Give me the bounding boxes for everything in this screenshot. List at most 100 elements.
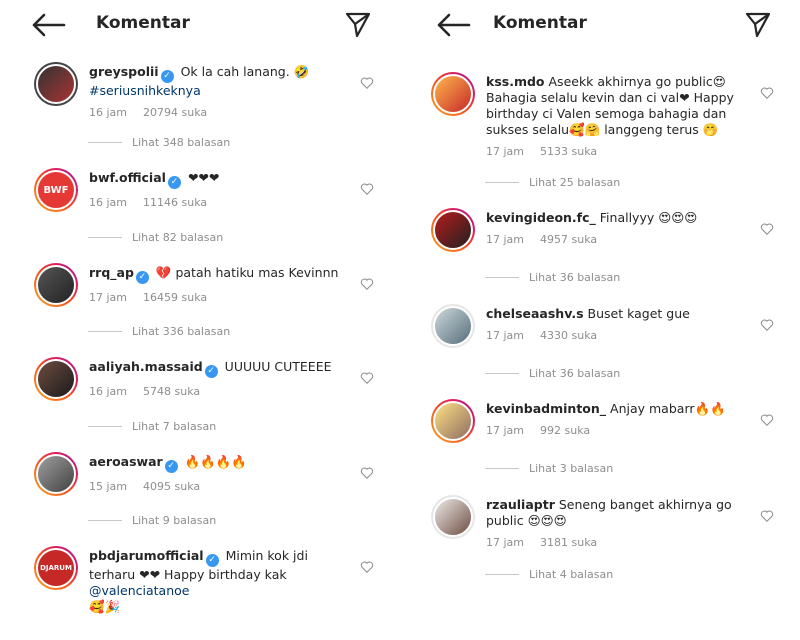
page-title: Komentar xyxy=(493,13,587,33)
view-replies[interactable]: Lihat 36 balasan xyxy=(485,271,620,284)
view-replies-label: Lihat 82 balasan xyxy=(132,231,224,244)
divider xyxy=(485,182,519,183)
avatar[interactable] xyxy=(431,495,475,539)
heart-icon[interactable] xyxy=(760,222,774,236)
comment-time: 17 jam xyxy=(89,291,128,304)
comment-username[interactable]: rrq_ap xyxy=(89,265,134,280)
comment-username[interactable]: greyspolii xyxy=(89,64,159,79)
back-arrow-icon[interactable] xyxy=(433,10,473,40)
avatar[interactable] xyxy=(431,72,475,116)
comments-screen-right: Komentar kss.mdo Aseekk akhirnya go publ… xyxy=(405,0,800,640)
avatar[interactable] xyxy=(34,263,78,307)
verified-badge-icon: ✓ xyxy=(164,460,178,473)
top-bar: Komentar xyxy=(0,0,400,48)
comment-text-emoji: 🥰🎉 xyxy=(89,599,121,614)
heart-icon[interactable] xyxy=(360,277,374,291)
avatar[interactable] xyxy=(34,452,78,496)
comment-time: 16 jam xyxy=(89,385,128,398)
like-count[interactable]: 5133 suka xyxy=(540,145,597,158)
comment-time: 17 jam xyxy=(486,233,525,246)
mention-link[interactable]: @valenciatanoe xyxy=(89,583,189,598)
paper-plane-icon[interactable] xyxy=(344,10,372,38)
heart-icon[interactable] xyxy=(360,560,374,574)
divider xyxy=(485,574,519,575)
like-count[interactable]: 4330 suka xyxy=(540,329,597,342)
avatar[interactable]: BWF xyxy=(34,168,78,212)
view-replies[interactable]: Lihat 7 balasan xyxy=(88,420,216,433)
avatar[interactable]: DJARUM xyxy=(34,546,78,590)
comment-text: UUUUU CUTEEEE xyxy=(224,359,332,374)
divider xyxy=(88,426,122,427)
paper-plane-icon[interactable] xyxy=(744,10,772,38)
avatar-logo: BWF xyxy=(36,170,76,210)
like-count[interactable]: 4095 suka xyxy=(143,480,200,493)
comment-time: 16 jam xyxy=(89,196,128,209)
avatar[interactable] xyxy=(34,62,78,106)
divider xyxy=(88,520,122,521)
heart-icon[interactable] xyxy=(360,182,374,196)
avatar[interactable] xyxy=(34,357,78,401)
view-replies-label: Lihat 36 balasan xyxy=(529,271,621,284)
divider xyxy=(88,331,122,332)
comment-text: Finallyyy 😍😍😍 xyxy=(599,210,698,225)
view-replies[interactable]: Lihat 4 balasan xyxy=(485,568,613,581)
view-replies[interactable]: Lihat 25 balasan xyxy=(485,176,620,189)
comment-text: ❤❤❤ xyxy=(187,170,220,185)
comment-time: 17 jam xyxy=(486,536,525,549)
comment-username[interactable]: kss.mdo xyxy=(486,74,545,89)
view-replies[interactable]: Lihat 348 balasan xyxy=(88,136,230,149)
heart-icon[interactable] xyxy=(360,466,374,480)
comment-username[interactable]: aeroaswar xyxy=(89,454,163,469)
heart-icon[interactable] xyxy=(760,413,774,427)
top-bar: Komentar xyxy=(405,0,800,48)
view-replies[interactable]: Lihat 336 balasan xyxy=(88,325,230,338)
avatar[interactable] xyxy=(431,304,475,348)
comment-username[interactable]: aaliyah.massaid xyxy=(89,359,203,374)
divider xyxy=(485,468,519,469)
comment-username[interactable]: chelseaashv.s xyxy=(486,306,584,321)
back-arrow-icon[interactable] xyxy=(28,10,68,40)
avatar-logo: DJARUM xyxy=(36,548,76,588)
comment-username[interactable]: bwf.official xyxy=(89,170,166,185)
heart-icon[interactable] xyxy=(360,76,374,90)
hashtag-link[interactable]: #seriusnihkeknya xyxy=(89,83,351,99)
like-count[interactable]: 20794 suka xyxy=(143,106,207,119)
like-count[interactable]: 992 suka xyxy=(540,424,590,437)
view-replies[interactable]: Lihat 82 balasan xyxy=(88,231,223,244)
avatar[interactable] xyxy=(431,399,475,443)
comment-username[interactable]: kevinbadminton_ xyxy=(486,401,606,416)
like-count[interactable]: 3181 suka xyxy=(540,536,597,549)
avatar[interactable] xyxy=(431,208,475,252)
page-title: Komentar xyxy=(96,13,190,33)
view-replies-label: Lihat 7 balasan xyxy=(132,420,217,433)
view-replies-label: Lihat 3 balasan xyxy=(529,462,614,475)
comment-time: 15 jam xyxy=(89,480,128,493)
like-count[interactable]: 11146 suka xyxy=(143,196,207,209)
heart-icon[interactable] xyxy=(760,509,774,523)
view-replies[interactable]: Lihat 3 balasan xyxy=(485,462,613,475)
verified-badge-icon: ✓ xyxy=(204,365,218,378)
comment-time: 16 jam xyxy=(89,106,128,119)
heart-icon[interactable] xyxy=(760,318,774,332)
like-count[interactable]: 16459 suka xyxy=(143,291,207,304)
divider xyxy=(88,237,122,238)
view-replies-label: Lihat 4 balasan xyxy=(529,568,614,581)
heart-icon[interactable] xyxy=(360,371,374,385)
comment-time: 17 jam xyxy=(486,329,525,342)
comment-username[interactable]: kevingideon.fc_ xyxy=(486,210,596,225)
view-replies-label: Lihat 25 balasan xyxy=(529,176,621,189)
comment-username[interactable]: pbdjarumofficial xyxy=(89,548,204,563)
view-replies[interactable]: Lihat 9 balasan xyxy=(88,514,216,527)
comment-username[interactable]: rzauliaptr xyxy=(486,497,555,512)
comment-time: 17 jam xyxy=(486,424,525,437)
view-replies-label: Lihat 9 balasan xyxy=(132,514,217,527)
comment-text: Ok la cah lanang. 🤣 xyxy=(180,64,310,79)
like-count[interactable]: 5748 suka xyxy=(143,385,200,398)
like-count[interactable]: 4957 suka xyxy=(540,233,597,246)
view-replies-label: Lihat 336 balasan xyxy=(132,325,231,338)
verified-badge-icon: ✓ xyxy=(167,176,181,189)
view-replies-label: Lihat 36 balasan xyxy=(529,367,621,380)
view-replies[interactable]: Lihat 36 balasan xyxy=(485,367,620,380)
heart-icon[interactable] xyxy=(760,86,774,100)
comment-time: 17 jam xyxy=(486,145,525,158)
